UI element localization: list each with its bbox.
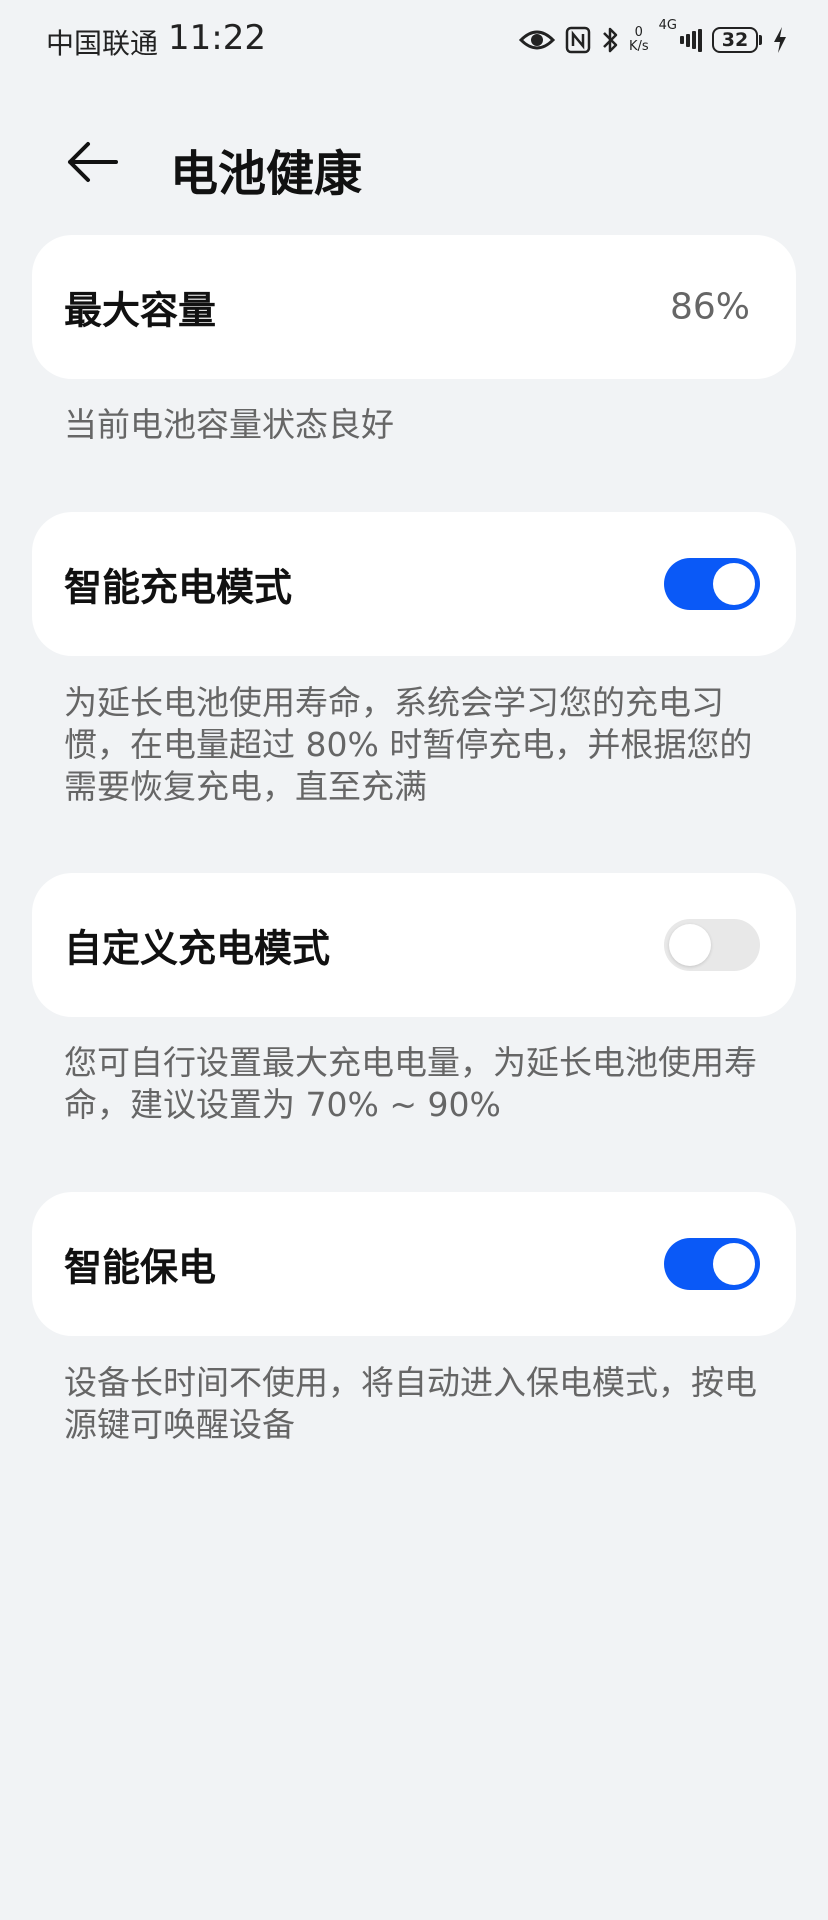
toggle-knob [713, 563, 755, 605]
smart-power-save-toggle[interactable] [664, 1238, 760, 1290]
max-capacity-description: 当前电池容量状态良好 [64, 405, 394, 444]
bluetooth-icon [601, 20, 619, 60]
smart-charging-toggle[interactable] [664, 558, 760, 610]
toggle-knob [669, 924, 711, 966]
custom-charging-description: 您可自行设置最大充电电量，为延长电池使用寿命，建议设置为 70% ~ 90% [64, 1043, 757, 1124]
custom-charging-card[interactable]: 自定义充电模式 [32, 873, 796, 1017]
max-capacity-card: 最大容量 86% [32, 235, 796, 379]
smart-charging-card[interactable]: 智能充电模式 [32, 512, 796, 656]
custom-charging-label: 自定义充电模式 [64, 926, 331, 971]
battery-icon: 32 [712, 20, 762, 60]
smart-charging-label: 智能充电模式 [64, 565, 293, 610]
nfc-icon [565, 20, 591, 60]
battery-level: 32 [721, 29, 749, 51]
smart-power-save-description: 设备长时间不使用，将自动进入保电模式，按电源键可唤醒设备 [64, 1363, 757, 1444]
network-type: 4G [658, 18, 677, 33]
carrier-name: 中国联通 [46, 27, 159, 60]
net-speed-unit: K/s [628, 39, 649, 54]
page-title: 电池健康 [170, 146, 363, 202]
status-time: 11:22 [168, 18, 266, 58]
status-bar: 中国联通 11:22 0 K/s 4G 32 [0, 0, 828, 82]
net-speed: 0 K/s [629, 20, 649, 60]
back-button[interactable] [56, 132, 128, 192]
smart-charging-description: 为延长电池使用寿命，系统会学习您的充电习惯，在电量超过 80% 时暂停充电，并根… [64, 683, 753, 806]
eye-icon [518, 20, 555, 60]
charging-bolt-icon [772, 20, 788, 60]
arrow-left-icon [68, 142, 118, 182]
status-icons: 0 K/s 4G 32 [518, 18, 788, 60]
toggle-knob [713, 1243, 755, 1285]
header: 电池健康 [0, 120, 828, 204]
signal-4g-icon: 4G [658, 18, 702, 60]
max-capacity-label: 最大容量 [64, 288, 217, 333]
custom-charging-toggle[interactable] [664, 919, 760, 971]
max-capacity-value: 86% [669, 286, 750, 328]
net-speed-value: 0 [634, 25, 643, 40]
smart-power-save-card[interactable]: 智能保电 [32, 1192, 796, 1336]
smart-power-save-label: 智能保电 [64, 1245, 217, 1290]
